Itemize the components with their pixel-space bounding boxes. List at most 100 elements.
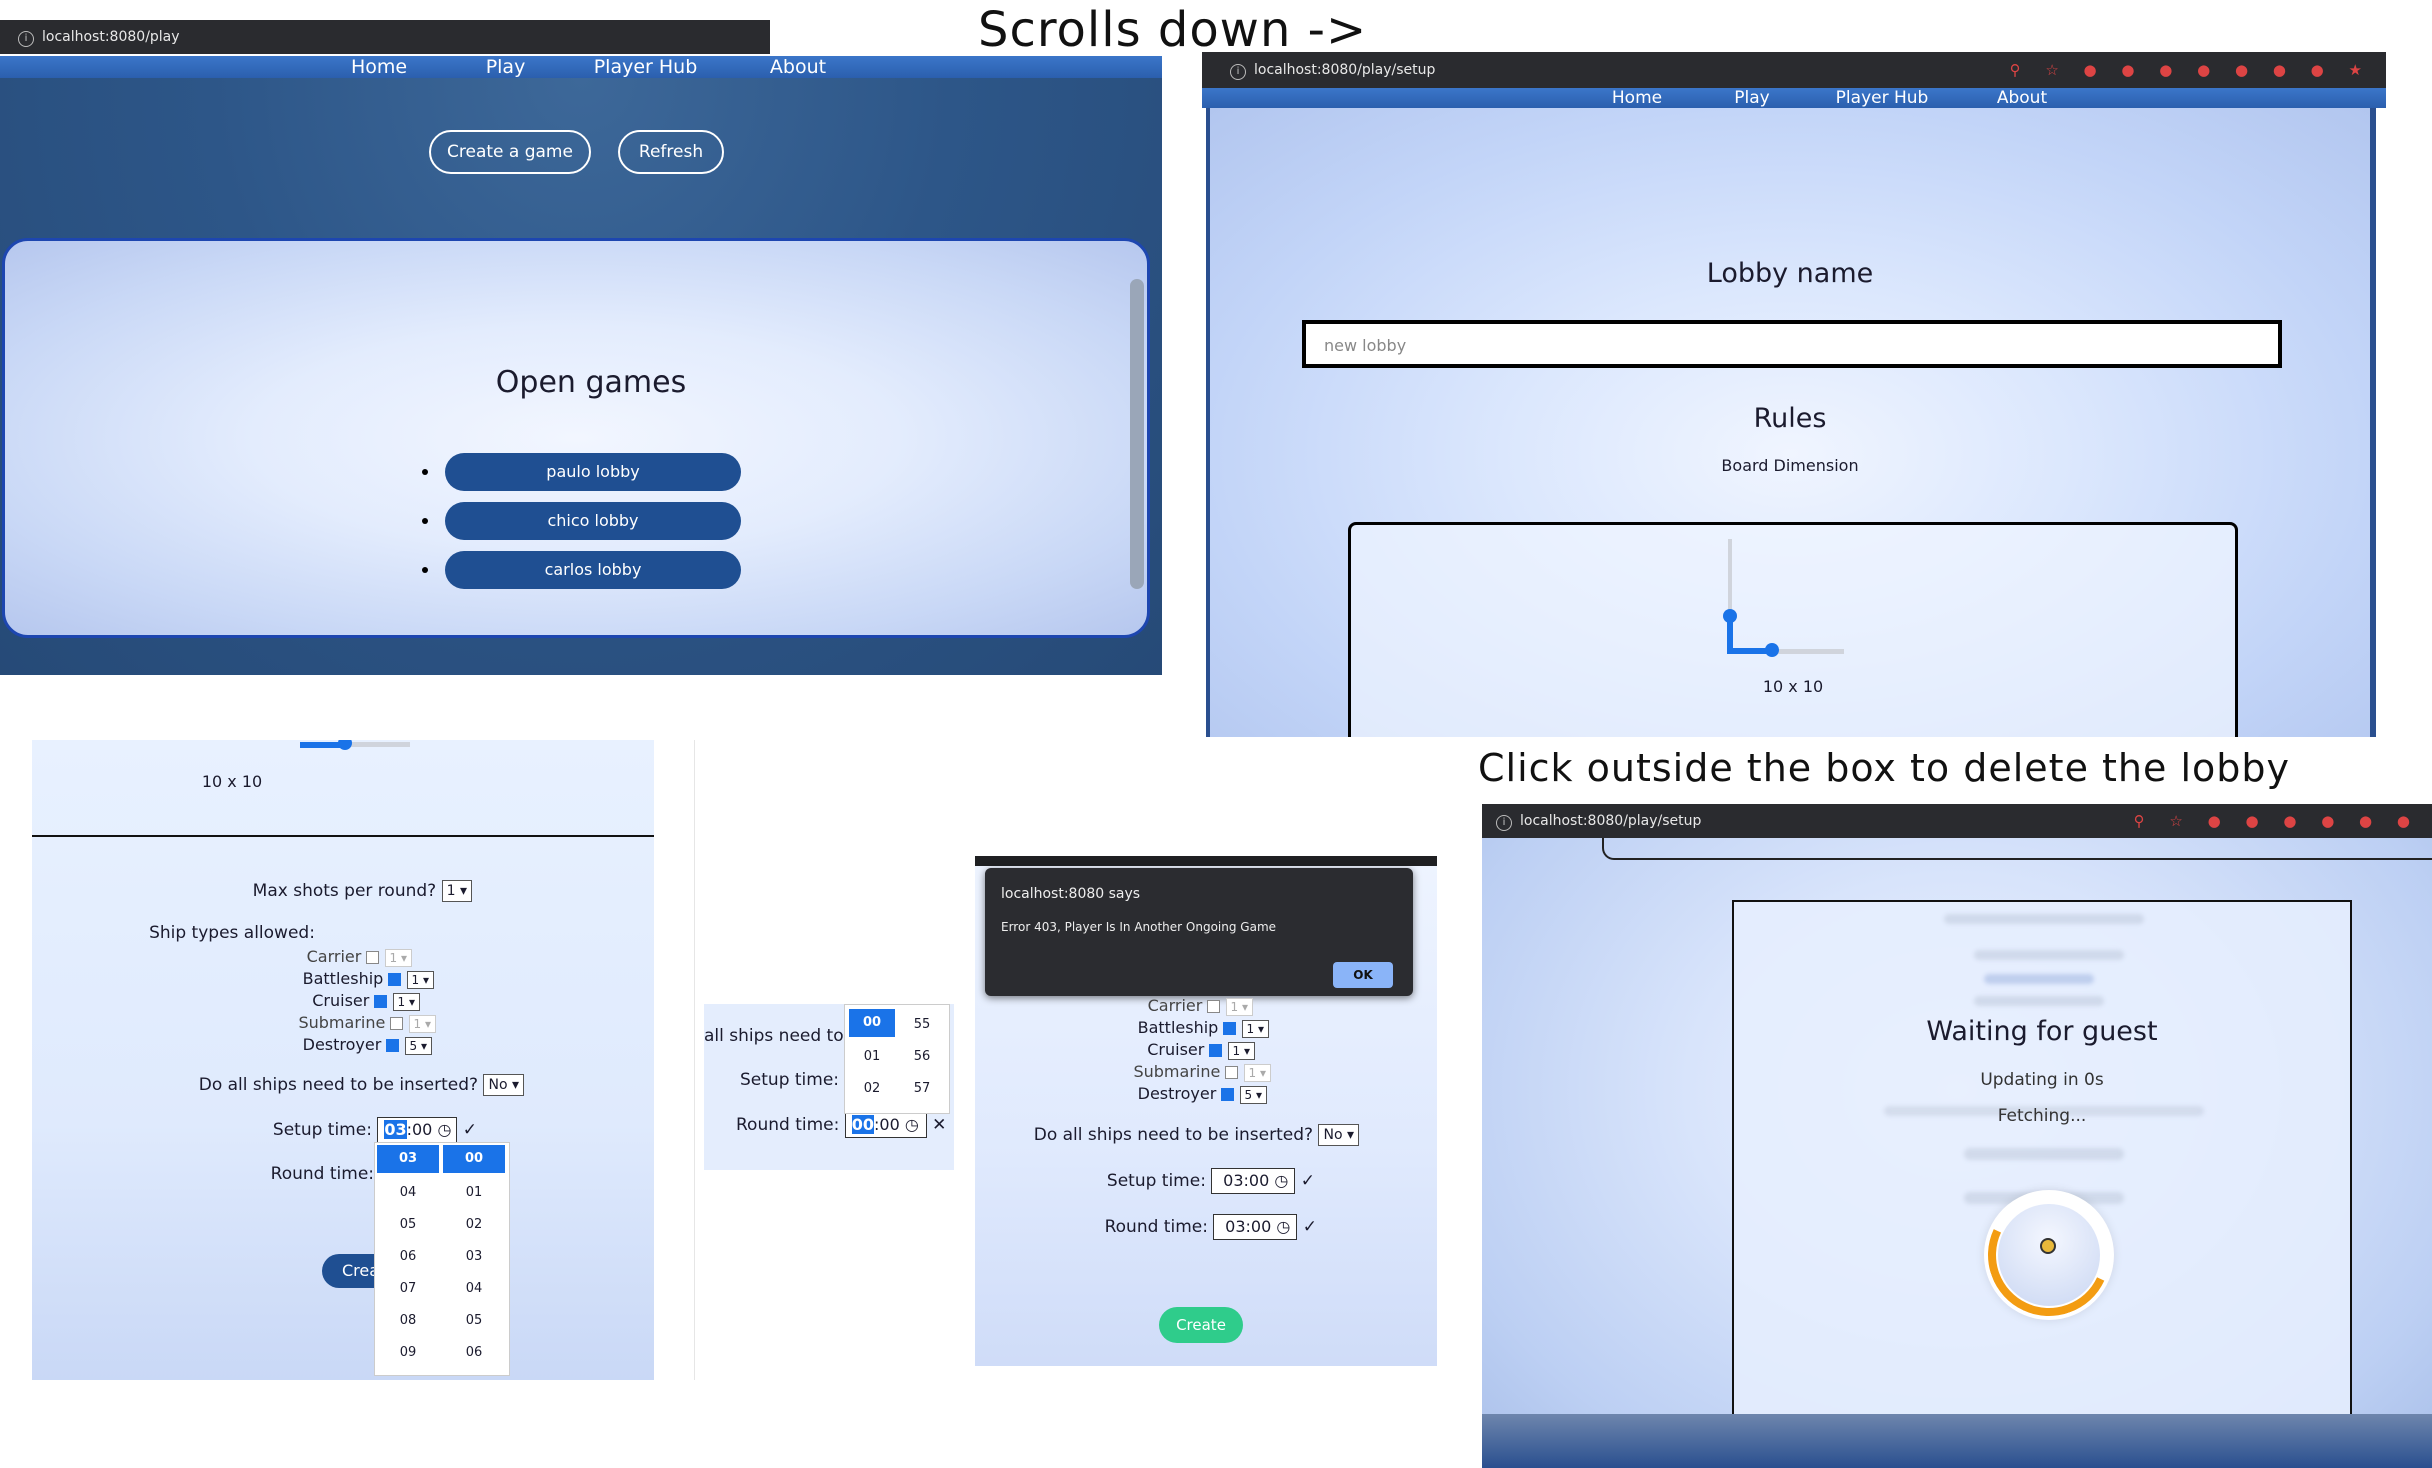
site-info-icon[interactable]: i <box>1496 815 1512 831</box>
site-info-icon[interactable]: i <box>1230 64 1246 80</box>
picker-option[interactable]: 00 <box>849 1009 895 1037</box>
dialog-ok-button[interactable]: OK <box>1333 962 1393 988</box>
ship-checkbox[interactable] <box>1225 1066 1239 1079</box>
create-game-button[interactable]: Create a game <box>429 130 591 174</box>
picker-option[interactable]: 57 <box>899 1073 945 1105</box>
picker-minute-option[interactable]: 02 <box>443 1209 505 1241</box>
hour-column[interactable]: 03 04 05 06 07 08 09 <box>377 1145 439 1369</box>
ship-checkbox[interactable] <box>1207 1000 1221 1013</box>
time-picker-dropdown[interactable]: 00 01 02 55 56 57 <box>844 1004 950 1114</box>
ship-checkbox[interactable] <box>390 1017 404 1030</box>
ship-count-select[interactable]: 1 ▾ <box>408 1014 436 1033</box>
ship-types-label: Ship types allowed: <box>149 923 315 943</box>
ship-count-select[interactable]: 1 ▾ <box>1241 1019 1269 1038</box>
nav-about[interactable]: About <box>718 56 878 78</box>
ship-count-select[interactable]: 1 ▾ <box>384 948 412 967</box>
nav-home[interactable]: Home <box>320 56 438 78</box>
nav-home[interactable]: Home <box>1582 88 1692 108</box>
ship-checkbox[interactable] <box>374 995 388 1008</box>
ship-row-cruiser: Cruiser 1 ▾ <box>32 991 420 1011</box>
second-column[interactable]: 55 56 57 <box>899 1009 945 1105</box>
create-button[interactable]: Create <box>1159 1307 1243 1343</box>
clock-icon[interactable]: ◷ <box>437 1120 451 1139</box>
nav-about[interactable]: About <box>1952 88 2092 108</box>
max-shots-select[interactable]: 1 ▾ <box>441 880 472 902</box>
picker-hour-option[interactable]: 03 <box>377 1145 439 1173</box>
lobby-item-carlos[interactable]: carlos lobby <box>445 551 741 589</box>
picker-hour-option[interactable]: 09 <box>377 1337 439 1369</box>
nav-play[interactable]: Play <box>1692 88 1812 108</box>
picker-option[interactable]: 55 <box>899 1009 945 1041</box>
ship-checkbox[interactable] <box>388 973 402 986</box>
picker-minute-option[interactable]: 03 <box>443 1241 505 1273</box>
browser-address-bar[interactable]: i localhost:8080/play <box>0 20 770 54</box>
ship-checkbox[interactable] <box>1221 1088 1235 1101</box>
setup-time-input[interactable]: 03:00 ◷ <box>377 1117 458 1143</box>
height-slider-thumb[interactable] <box>1723 609 1737 623</box>
ship-name: Cruiser <box>1147 1040 1205 1059</box>
ship-count-select[interactable]: 1 ▾ <box>406 970 434 989</box>
round-hour-segment[interactable]: 00 <box>851 1115 874 1134</box>
round-time-input[interactable]: 03:00 ◷ <box>1213 1214 1298 1240</box>
ship-name: Carrier <box>306 947 362 966</box>
check-icon[interactable]: ✓ <box>1303 1217 1317 1237</box>
lobby-item-paulo[interactable]: paulo lobby <box>445 453 741 491</box>
clock-icon[interactable]: ◷ <box>1276 1217 1290 1236</box>
nav-player-hub[interactable]: Player Hub <box>1812 88 1952 108</box>
setup-card: Lobby name new lobby Rules Board Dimensi… <box>1206 108 2376 737</box>
site-info-icon[interactable]: i <box>18 31 34 47</box>
browser-address-bar[interactable]: i localhost:8080/play/setup ⚲ ☆ ● ● ● ● ●… <box>1202 52 2386 88</box>
picker-hour-option[interactable]: 07 <box>377 1273 439 1305</box>
ship-count-select[interactable]: 1 ▾ <box>1225 997 1253 1016</box>
picker-hour-option[interactable]: 08 <box>377 1305 439 1337</box>
lobby-name-placeholder: new lobby <box>1324 336 1407 355</box>
ship-checkbox[interactable] <box>1209 1044 1223 1057</box>
clock-icon[interactable]: ◷ <box>1274 1171 1288 1190</box>
picker-minute-option[interactable]: 05 <box>443 1305 505 1337</box>
ship-count-select[interactable]: 5 ▾ <box>404 1036 432 1055</box>
minute-column[interactable]: 00 01 02 <box>849 1009 895 1105</box>
lobby-name-input[interactable]: new lobby <box>1302 320 2282 368</box>
ship-count-select[interactable]: 1 ▾ <box>392 992 420 1011</box>
panel-waiting-guest: i localhost:8080/play/setup ⚲ ☆ ● ● ● ● ●… <box>1482 804 2432 1468</box>
browser-address-bar[interactable]: i localhost:8080/play/setup ⚲ ☆ ● ● ● ● ●… <box>1482 804 2432 838</box>
picker-minute-option[interactable]: 04 <box>443 1273 505 1305</box>
width-slider-thumb[interactable] <box>1765 643 1779 657</box>
all-ships-select[interactable]: No ▾ <box>483 1074 524 1096</box>
ship-count-select[interactable]: 1 ▾ <box>1243 1063 1271 1082</box>
ship-checkbox[interactable] <box>386 1039 400 1052</box>
time-picker-dropdown[interactable]: 03 04 05 06 07 08 09 00 01 02 03 04 05 0… <box>374 1142 510 1376</box>
picker-hour-option[interactable]: 05 <box>377 1209 439 1241</box>
picker-minute-option[interactable]: 01 <box>443 1177 505 1209</box>
round-minute-segment[interactable]: :00 <box>874 1115 900 1134</box>
minute-column[interactable]: 00 01 02 03 04 05 06 <box>443 1145 505 1369</box>
refresh-button[interactable]: Refresh <box>618 130 724 174</box>
picker-hour-option[interactable]: 04 <box>377 1177 439 1209</box>
scrollbar[interactable] <box>1130 279 1144 589</box>
check-icon[interactable]: ✓ <box>463 1120 477 1140</box>
check-icon[interactable]: ✓ <box>1301 1171 1315 1191</box>
setup-hour-segment[interactable]: 03 <box>384 1120 407 1139</box>
picker-option[interactable]: 01 <box>849 1041 895 1073</box>
picker-option[interactable]: 02 <box>849 1073 895 1105</box>
ship-checkbox[interactable] <box>366 951 380 964</box>
lobby-item-chico[interactable]: chico lobby <box>445 502 741 540</box>
picker-hour-option[interactable]: 06 <box>377 1241 439 1273</box>
setup-time-input[interactable]: 03:00 ◷ <box>1211 1168 1296 1194</box>
picker-option[interactable]: 56 <box>899 1041 945 1073</box>
clock-icon[interactable]: ◷ <box>905 1115 919 1134</box>
nav-play[interactable]: Play <box>438 56 573 78</box>
nav-player-hub[interactable]: Player Hub <box>573 56 718 78</box>
ship-checkbox[interactable] <box>1223 1022 1237 1035</box>
all-ships-select[interactable]: No ▾ <box>1318 1124 1359 1146</box>
ship-count-select[interactable]: 1 ▾ <box>1227 1041 1255 1060</box>
round-time-input[interactable]: 00:00 ◷ <box>844 1112 927 1138</box>
max-shots-row: Max shots per round? 1 ▾ <box>32 880 472 902</box>
ship-count-select[interactable]: 5 ▾ <box>1239 1085 1267 1104</box>
width-slider-thumb[interactable] <box>338 740 352 750</box>
top-strip <box>975 856 1437 866</box>
picker-minute-option[interactable]: 06 <box>443 1337 505 1369</box>
picker-minute-option[interactable]: 00 <box>443 1145 505 1173</box>
close-icon[interactable]: ✕ <box>932 1115 946 1135</box>
setup-minute-segment[interactable]: :00 <box>407 1120 433 1139</box>
